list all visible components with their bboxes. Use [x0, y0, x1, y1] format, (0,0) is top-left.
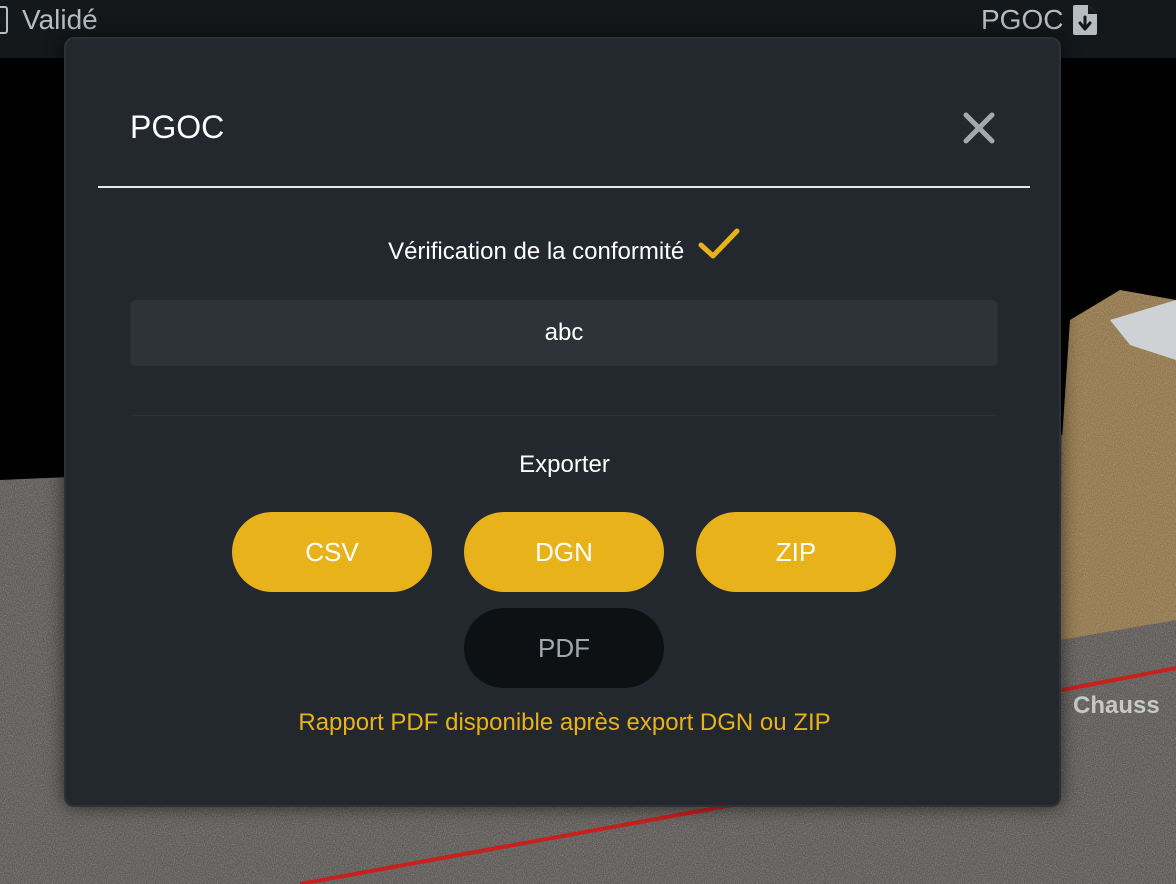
header-divider [98, 186, 1030, 188]
pgoc-label: PGOC [981, 4, 1064, 35]
section-divider [130, 415, 998, 416]
close-icon[interactable] [962, 111, 996, 145]
file-download-icon [1073, 5, 1098, 35]
sidebar-edge-icon [0, 6, 8, 34]
verification-value-field: abc [130, 300, 998, 366]
status-label: Validé [22, 4, 98, 35]
checkmark-icon [698, 228, 740, 259]
export-title: Exporter [519, 451, 610, 478]
pgoc-modal: PGOC Vérification de la conformité abc E… [64, 37, 1061, 807]
export-zip-button[interactable]: ZIP [696, 512, 896, 592]
verification-row: Vérification de la conformité [66, 227, 1063, 266]
verification-label: Vérification de la conformité [388, 238, 685, 265]
pdf-availability-note: Rapport PDF disponible après export DGN … [298, 709, 831, 736]
export-csv-button[interactable]: CSV [232, 512, 432, 592]
export-pdf-button[interactable]: PDF [464, 608, 664, 688]
modal-title: PGOC [130, 109, 225, 145]
pgoc-download-link[interactable]: PGOC [981, 4, 1099, 36]
map-road-label: Chauss [1073, 692, 1160, 719]
export-dgn-button[interactable]: DGN [464, 512, 664, 592]
